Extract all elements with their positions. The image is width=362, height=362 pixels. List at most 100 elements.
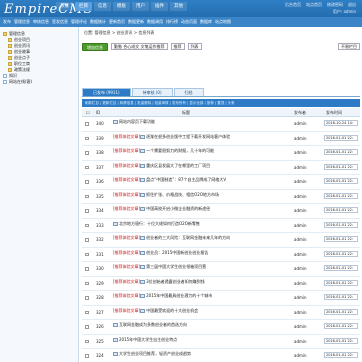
row-title-text[interactable]: 一个需要很努力的财报，几十年的可能: [146, 148, 214, 153]
row-checkbox[interactable]: [85, 339, 89, 343]
top-link[interactable]: 修改密码: [327, 2, 343, 8]
row-title-text[interactable]: 逐渐在很多创业版中工程下载开发网站客户体验: [146, 134, 230, 139]
row-checkbox[interactable]: [85, 238, 89, 242]
row-checkbox[interactable]: [85, 122, 89, 126]
row-title-text[interactable]: 大学生创业项目推荐，轻资产创业成趋势: [119, 351, 191, 356]
menu-item[interactable]: 数据统计: [90, 19, 106, 25]
row-title-text[interactable]: 创业者的三大风险：互联网金融未来几年的方向: [146, 235, 230, 240]
row-title[interactable]: 2015年中国大学生自主创业特点: [113, 337, 287, 342]
menu-item[interactable]: 站点地图: [215, 19, 231, 25]
menu-item[interactable]: 管理信息: [14, 19, 30, 25]
list-tab[interactable]: 已发布 (9911): [82, 88, 131, 96]
menu-item[interactable]: 数据库: [200, 19, 212, 25]
main-tab[interactable]: 用户: [132, 2, 149, 11]
sidebar-item[interactable]: 网站在线(客): [0, 79, 78, 85]
row-title[interactable]: [推荐体验文章] 创业者的三大风险：互联网金融未来几年的方向: [113, 235, 287, 240]
row-title-text[interactable]: 重庆区县发展大了在哪里的工厂项目: [146, 163, 210, 168]
row-checkbox[interactable]: [85, 296, 89, 300]
action-bar[interactable]: 刷新栏目 | 更新栏目 | 转移信息 | 批量删除 | 批量审核 | 发布所有 …: [82, 99, 360, 107]
row-checkbox[interactable]: [85, 310, 89, 314]
row-title[interactable]: 网站内容页下载功能: [113, 119, 287, 124]
row-id: 340: [96, 121, 104, 126]
menu-item[interactable]: 排行榜: [166, 19, 178, 25]
row-title[interactable]: [推荐体验文章] 重庆区县发展大了在哪里的工厂项目: [113, 163, 287, 168]
row-title-text[interactable]: 创业员：2015中国新创业创业报告: [146, 250, 208, 255]
row-title[interactable]: [推荐体验文章] 中国高校开启小微企业融资的新途径: [113, 206, 287, 211]
row-title[interactable]: 互联网金融成为多数创业者的首选方向: [113, 322, 287, 327]
menu-item[interactable]: 数据调用: [147, 19, 163, 25]
menu-item[interactable]: 审核信息: [33, 19, 49, 25]
show-select[interactable]: 不限栏目: [338, 43, 360, 50]
list-tab[interactable]: 待审核 (0): [131, 88, 173, 96]
row-title[interactable]: 大学生创业项目推荐，轻资产创业成趋势: [113, 351, 287, 356]
row-time: 2016-01-01 22:: [324, 163, 358, 170]
main-tab[interactable]: 信息: [94, 2, 111, 11]
row-title[interactable]: [推荐体验文章] 盘点“中国制造”：87个自主品牌成了网络大V: [113, 177, 287, 182]
row-publisher: admin: [294, 121, 307, 126]
row-title-text[interactable]: 3位创始者透露创业者如何赚到钱: [146, 279, 205, 284]
row-title[interactable]: [推荐体验文章] 逐渐在很多创业版中工程下载开发网站客户体验: [113, 134, 287, 139]
row-title[interactable]: [推荐体验文章] 创业员：2015中国新创业创业报告: [113, 250, 287, 255]
row-checkbox[interactable]: [85, 180, 89, 184]
menu-item[interactable]: 数据更新: [128, 19, 144, 25]
row-title-text[interactable]: 抓住扩张、价格战技、相信O2O地方市场: [146, 192, 219, 197]
row-title-text[interactable]: 互联网金融成为多数创业者的首选方向: [119, 322, 187, 327]
select-all-checkbox[interactable]: ☐: [86, 108, 90, 117]
main-tab[interactable]: 系统: [56, 2, 73, 11]
column-header[interactable]: 标题: [182, 108, 190, 117]
add-info-button[interactable]: 增加信息: [82, 42, 108, 51]
row-title-text[interactable]: 中国最受欢迎的十大创业机会: [146, 308, 198, 313]
row-title[interactable]: [推荐体验文章] 抓住扩张、价格战技、相信O2O地方市场: [113, 192, 287, 197]
menu-item[interactable]: 更新首页: [109, 19, 125, 25]
row-checkbox[interactable]: [85, 165, 89, 169]
menu-item[interactable]: 发布: [3, 19, 11, 25]
row-checkbox[interactable]: [85, 223, 89, 227]
row-checkbox[interactable]: [85, 209, 89, 213]
column-header[interactable]: 发布者: [294, 108, 306, 117]
table-row: 326 互联网金融成为多数创业者的首选方向 admin 2016-01-01 22:: [82, 320, 360, 335]
row-title-text[interactable]: 中国高校开启小微企业融资的新途径: [146, 206, 210, 211]
column-header[interactable]: 发布时间: [326, 108, 342, 117]
row-title[interactable]: [推荐体验文章] 第三届中国大学生创业领袖项目营: [113, 264, 287, 269]
menu-item[interactable]: 动态页面: [181, 19, 197, 25]
category-select[interactable]: 勤勉 合心成交 文笔运作推荐: [111, 43, 168, 50]
main-tab[interactable]: 模板: [113, 2, 130, 11]
view-select[interactable]: 列表: [187, 43, 202, 50]
row-checkbox[interactable]: [85, 325, 89, 329]
row-title[interactable]: [推荐体验文章] 3位创始者透露创业者如何赚到钱: [113, 279, 287, 284]
column-header[interactable]: ID: [96, 108, 100, 117]
row-checkbox[interactable]: [85, 354, 89, 358]
folder-icon: [8, 62, 12, 66]
row-title-text[interactable]: 2015年中国大学生自主创业特点: [119, 337, 177, 342]
row-title-text[interactable]: 2015年中国最具创业潜力的十个城市: [146, 293, 212, 298]
row-title[interactable]: 北京地方银行：十位大佬如何打造O2O新零售: [113, 221, 287, 226]
menu-item[interactable]: 管理评论: [71, 19, 87, 25]
row-title[interactable]: [推荐体验文章] 中国最受欢迎的十大创业机会: [113, 308, 287, 313]
row-title-text[interactable]: 盘点“中国制造”：87个自主品牌成了网络大V: [146, 177, 226, 182]
top-link[interactable]: 站点首页: [306, 2, 322, 8]
menu-item[interactable]: 签发信息: [52, 19, 68, 25]
row-title-text[interactable]: 北京地方银行：十位大佬如何打造O2O新零售: [119, 221, 200, 226]
main-tab[interactable]: 栏目: [75, 2, 92, 11]
row-checkbox[interactable]: [85, 267, 89, 271]
row-checkbox[interactable]: [85, 136, 89, 140]
row-id: 325: [96, 338, 104, 344]
row-checkbox[interactable]: [85, 151, 89, 155]
row-checkbox[interactable]: [85, 252, 89, 256]
main-tab[interactable]: 其他: [170, 2, 187, 11]
filter-select[interactable]: 推荐: [170, 43, 185, 50]
top-link[interactable]: 退出: [348, 2, 356, 8]
list-tab[interactable]: 归档: [173, 88, 204, 96]
main-tab[interactable]: 插件: [151, 2, 168, 11]
folder-icon: [8, 50, 12, 54]
row-checkbox[interactable]: [85, 281, 89, 285]
row-publisher: admin: [294, 280, 307, 286]
row-title-text[interactable]: 第三届中国大学生创业领袖项目营: [146, 264, 206, 269]
top-link[interactable]: 后台首页: [285, 2, 301, 8]
row-checkbox[interactable]: [85, 194, 89, 198]
image-icon: [113, 323, 118, 327]
row-time: 2016-01-01 22:: [324, 178, 358, 184]
row-title[interactable]: [推荐体验文章] 2015年中国最具创业潜力的十个城市: [113, 293, 287, 298]
row-title-text[interactable]: 网站内容页下载功能: [119, 119, 155, 124]
row-title[interactable]: [推荐体验文章] 一个需要很努力的财报，几十年的可能: [113, 148, 287, 153]
